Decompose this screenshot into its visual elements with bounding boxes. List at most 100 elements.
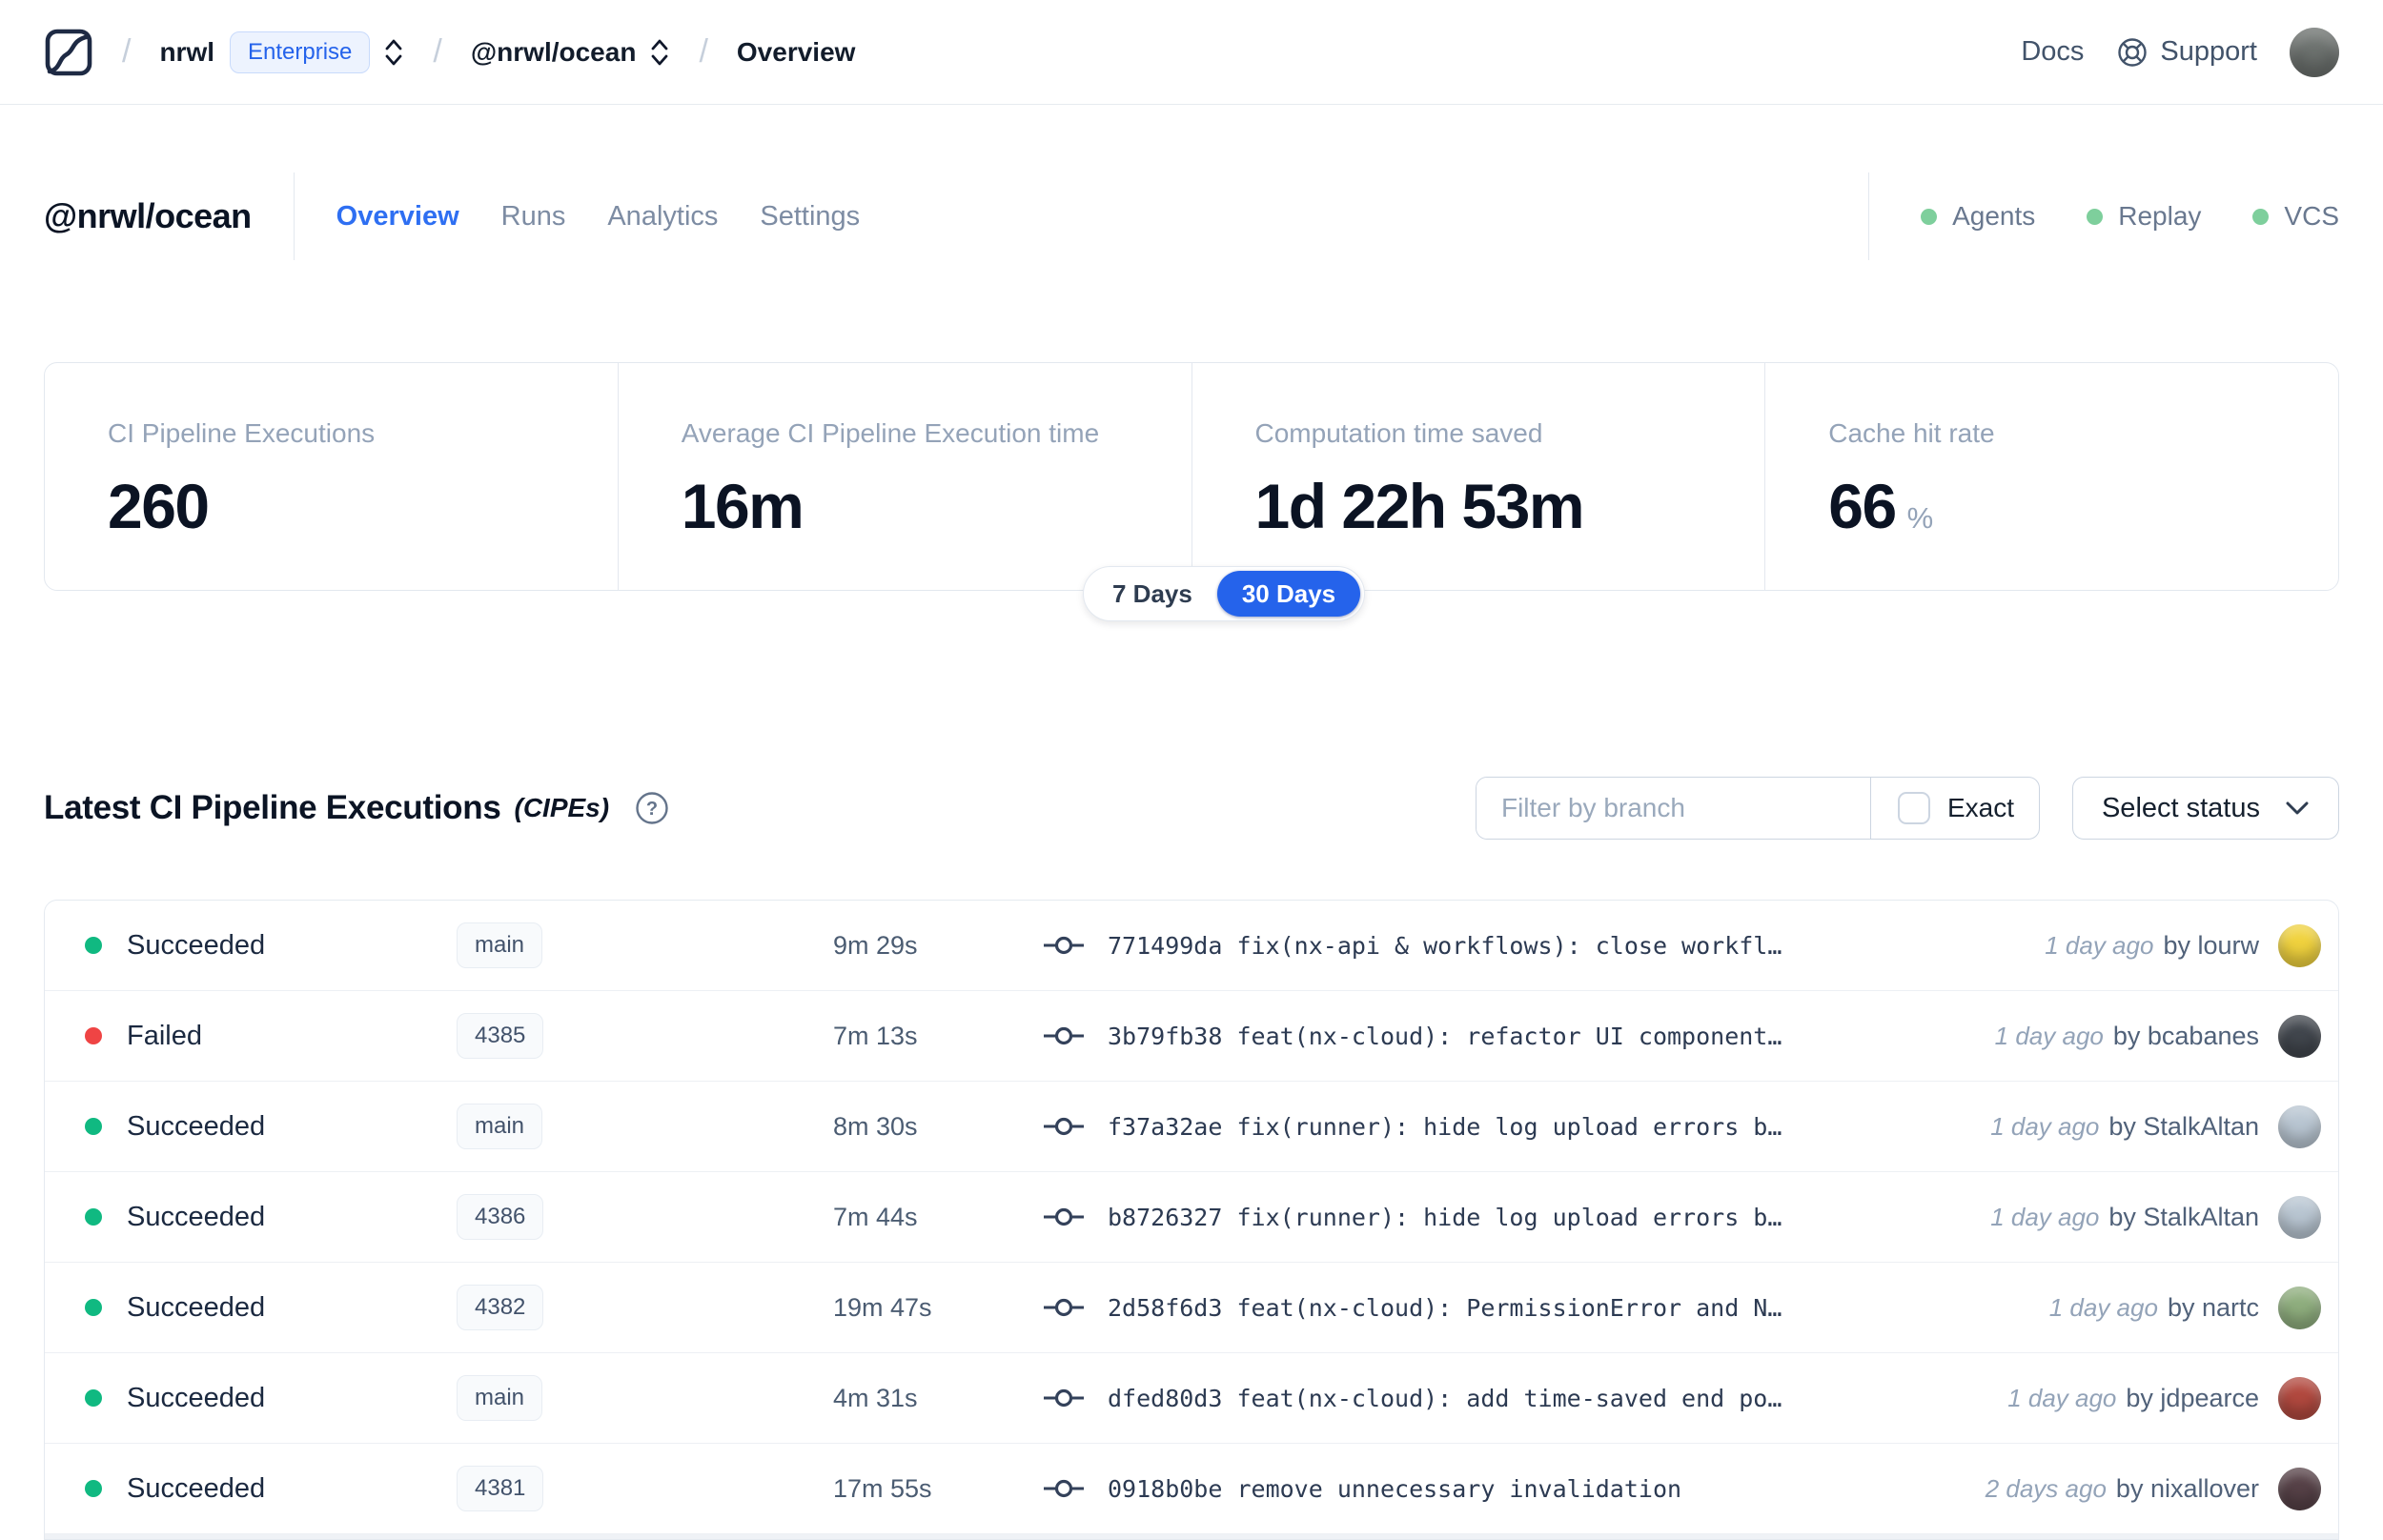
meta-cell: 1 day ago by nartc [2049, 1286, 2321, 1329]
time-ago: 1 day ago [2007, 1383, 2117, 1412]
support-link[interactable]: Support [2116, 36, 2257, 69]
commit-cell: 771499da fix(nx-api & workflows): close … [1043, 932, 2016, 960]
tab-overview[interactable]: Overview [336, 201, 459, 233]
branch-badge: 4382 [457, 1285, 544, 1330]
next-row-peek [45, 1534, 2338, 1539]
exact-filter-toggle[interactable]: Exact [1869, 778, 2039, 839]
meta-cell: 1 day ago by lourw [2045, 923, 2321, 967]
status-label: Succeeded [127, 1291, 266, 1323]
tab-analytics[interactable]: Analytics [607, 201, 718, 233]
exact-checkbox[interactable] [1897, 792, 1930, 824]
time-ago: 2 days ago [1985, 1473, 2107, 1503]
top-navigation-bar: / nrwl Enterprise / @nrwl/ocean / Overvi… [0, 0, 2383, 105]
range-30-days-button[interactable]: 30 Days [1216, 571, 1361, 617]
author: by lourw [2163, 930, 2259, 960]
docs-link[interactable]: Docs [2021, 36, 2084, 68]
author: by nartc [2167, 1292, 2259, 1322]
status-dot-icon [85, 1208, 102, 1226]
chevron-down-icon [2286, 801, 2309, 815]
author: by StalkAltan [2108, 1202, 2259, 1231]
status-cell: Succeeded [85, 1111, 457, 1143]
cipes-filters: Exact Select status [1475, 777, 2339, 840]
duration-cell: 19m 47s [833, 1292, 932, 1322]
service-agents[interactable]: Agents [1921, 201, 2035, 232]
breadcrumb-workspace[interactable]: @nrwl/ocean [471, 37, 637, 68]
enterprise-badge[interactable]: Enterprise [230, 30, 371, 73]
author-avatar [2278, 1286, 2321, 1329]
tab-settings[interactable]: Settings [760, 201, 860, 233]
status-dot-icon [85, 1299, 102, 1316]
service-label: VCS [2284, 201, 2339, 231]
status-dot-icon [2087, 208, 2104, 225]
user-avatar[interactable] [2290, 27, 2339, 77]
table-row[interactable]: Succeeded main 4m 31s dfed80d3 feat(nx-c… [45, 1353, 2338, 1444]
table-row[interactable]: Succeeded 4381 17m 55s 0918b0be remove u… [45, 1444, 2338, 1534]
stat-unit: % [1906, 501, 1934, 535]
stat-label: CI Pipeline Executions [108, 418, 376, 448]
status-label: Succeeded [127, 1110, 266, 1142]
select-status-dropdown[interactable]: Select status [2071, 777, 2339, 840]
git-commit-icon [1044, 1388, 1084, 1408]
section-title: Latest CI Pipeline Executions [44, 789, 501, 826]
nx-cloud-logo-icon[interactable] [44, 28, 93, 77]
stat-value: 66 [1828, 471, 1897, 541]
divider [1868, 172, 1870, 260]
stat-computation-time-saved: Computation time saved 1d 22h 53m [1192, 363, 1766, 590]
branch-badge: 4385 [457, 1013, 544, 1059]
table-row[interactable]: Succeeded 4386 7m 44s b8726327 fix(runne… [45, 1172, 2338, 1263]
status-label: Succeeded [127, 1472, 266, 1504]
cipes-table: Succeeded main 9m 29s 771499da fix(nx-ap… [44, 900, 2339, 1540]
git-commit-icon [1044, 1026, 1084, 1045]
stat-label: Computation time saved [1254, 418, 1543, 448]
meta-cell: 1 day ago by jdpearce [2007, 1376, 2321, 1420]
service-replay[interactable]: Replay [2087, 201, 2201, 232]
org-selector-icon[interactable] [383, 37, 404, 68]
branch-cell: 4386 [457, 1194, 833, 1240]
table-row[interactable]: Succeeded 4382 19m 47s 2d58f6d3 feat(nx-… [45, 1263, 2338, 1353]
service-vcs[interactable]: VCS [2252, 201, 2339, 232]
service-status-group: Agents Replay VCS [1868, 172, 2339, 260]
meta-cell: 1 day ago by StalkAltan [1990, 1195, 2321, 1239]
status-cell: Succeeded [85, 1473, 457, 1505]
svg-text:?: ? [646, 799, 658, 820]
commit-cell: 0918b0be remove unnecessary invalidation [1043, 1475, 1957, 1503]
help-icon[interactable]: ? [634, 790, 670, 826]
duration-cell: 4m 31s [833, 1383, 918, 1412]
stat-value: 1d 22h 53m [1254, 471, 1585, 541]
breadcrumb-separator: / [433, 33, 442, 70]
branch-filter-group: Exact [1475, 777, 2040, 840]
breadcrumb-org[interactable]: nrwl [159, 37, 214, 68]
stat-cache-hit-rate: Cache hit rate 66 % [1765, 363, 2338, 590]
duration-cell: 7m 44s [833, 1202, 918, 1231]
duration-cell: 8m 30s [833, 1111, 918, 1141]
commit-message: f37a32ae fix(runner): hide log upload er… [1108, 1112, 1782, 1141]
life-buoy-icon [2118, 37, 2148, 67]
stat-average-execution-time: Average CI Pipeline Execution time 16m [619, 363, 1192, 590]
status-dot-icon [85, 1118, 102, 1135]
branch-cell: main [457, 1104, 833, 1149]
git-commit-icon [1044, 1207, 1084, 1226]
breadcrumb-separator: / [122, 33, 132, 70]
commit-message: 771499da fix(nx-api & workflows): close … [1108, 931, 1782, 960]
branch-filter-input[interactable] [1476, 778, 1870, 839]
workspace-selector-icon[interactable] [649, 37, 670, 68]
table-row[interactable]: Succeeded main 8m 30s f37a32ae fix(runne… [45, 1082, 2338, 1172]
support-label: Support [2160, 36, 2257, 67]
status-cell: Succeeded [85, 1383, 457, 1414]
table-row[interactable]: Failed 4385 7m 13s 3b79fb38 feat(nx-clou… [45, 991, 2338, 1082]
tab-runs[interactable]: Runs [501, 201, 566, 233]
range-7-days-button[interactable]: 7 Days [1088, 571, 1217, 617]
stat-label: Average CI Pipeline Execution time [681, 418, 1100, 448]
duration-cell: 9m 29s [833, 930, 918, 960]
status-cell: Succeeded [85, 930, 457, 962]
time-ago: 1 day ago [1994, 1021, 2104, 1050]
commit-cell: 3b79fb38 feat(nx-cloud): refactor UI com… [1043, 1023, 1966, 1050]
stats-cards-row: CI Pipeline Executions 260 Average CI Pi… [44, 362, 2339, 591]
status-dot-icon [85, 1027, 102, 1044]
status-label: Failed [127, 1020, 202, 1051]
table-row[interactable]: Succeeded main 9m 29s 771499da fix(nx-ap… [45, 901, 2338, 991]
service-label: Replay [2118, 201, 2202, 231]
workspace-tabs: Overview Runs Analytics Settings [336, 201, 861, 233]
commit-cell: 2d58f6d3 feat(nx-cloud): PermissionError… [1043, 1294, 2021, 1322]
section-title-suffix: (CIPEs) [514, 793, 610, 822]
